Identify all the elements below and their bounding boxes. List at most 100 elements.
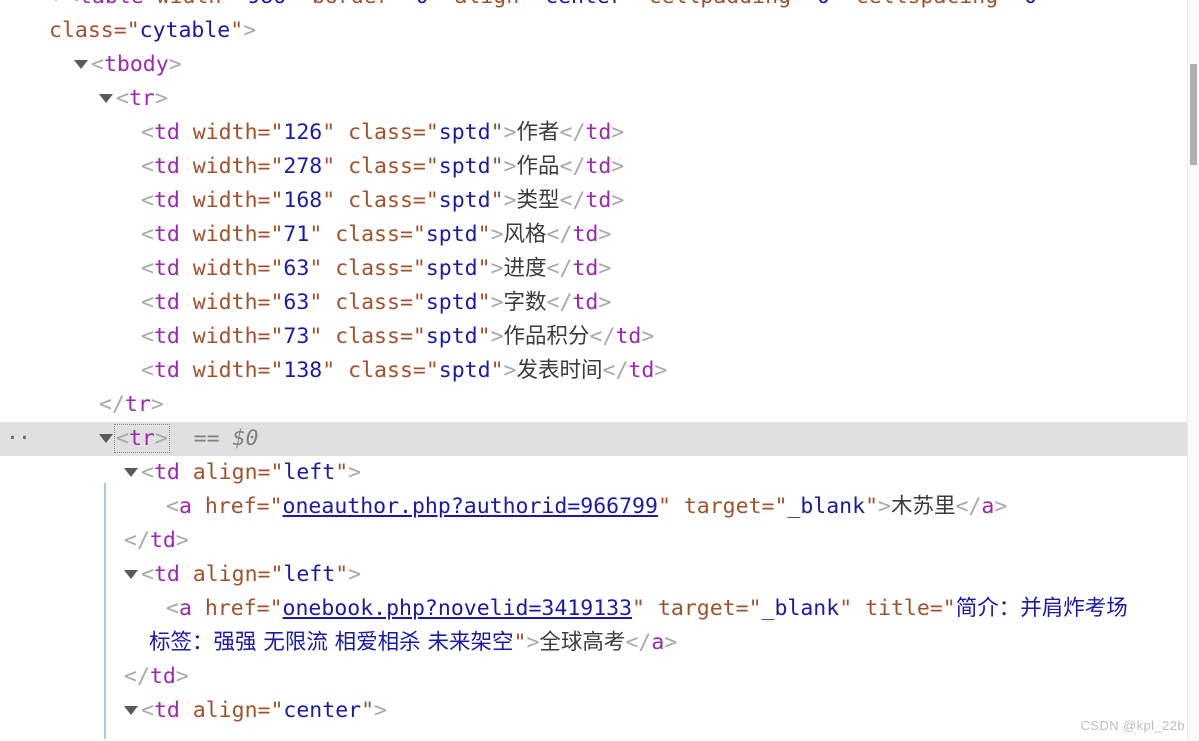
dom-tree-row[interactable]: </td> — [0, 524, 1188, 558]
expand-triangle-icon[interactable] — [124, 706, 138, 715]
dom-tree-row[interactable]: <table width="986" border="0" align="cen… — [0, 0, 1188, 48]
dom-tree-row[interactable]: <td width="63" class="sptd">字数</td> — [0, 286, 1188, 320]
attribute-quote: " — [477, 324, 491, 349]
attribute-quote: " — [490, 188, 504, 213]
dom-tree-line-content: <a href="onebook.php?novelid=3419133" ta… — [0, 592, 1188, 660]
dom-tree-row[interactable]: <td width="168" class="sptd">类型</td> — [0, 184, 1188, 218]
element-tag: <td align="center"> — [141, 698, 387, 723]
text-node: 类型 — [516, 188, 560, 213]
open-bracket: < — [141, 188, 154, 213]
expand-triangle-icon[interactable] — [124, 570, 138, 579]
dom-tree-line-content: <td width="63" class="sptd">字数</td> — [0, 286, 1188, 320]
attribute-value: onebook.php?novelid=3419133 — [282, 596, 633, 621]
tag-name: a — [178, 596, 192, 621]
dom-tree-row[interactable]: <td width="278" class="sptd">作品</td> — [0, 150, 1188, 184]
dom-tree-row[interactable]: <td width="126" class="sptd">作者</td> — [0, 116, 1188, 150]
dom-tree-row[interactable]: <tbody> — [0, 48, 1188, 82]
dom-tree-row[interactable]: <td align="left"> — [0, 456, 1188, 490]
tag-name: td — [572, 290, 599, 315]
expand-triangle-icon[interactable] — [124, 468, 138, 477]
attribute-quote: " — [361, 698, 375, 723]
expand-triangle-icon[interactable] — [74, 60, 88, 69]
text-node: 木苏里 — [890, 494, 956, 519]
attribute-name: width — [179, 256, 258, 281]
dom-tree-line-content: <table width="986" border="0" align="cen… — [0, 0, 1188, 48]
close-bracket: > — [490, 324, 504, 349]
close-bracket: > — [611, 120, 625, 145]
attribute-equals: = — [256, 494, 270, 519]
attribute-quote: " — [322, 188, 336, 213]
close-bracket: > — [175, 528, 189, 553]
attribute-value: oneauthor.php?authorid=966799 — [282, 494, 658, 519]
attribute-name: class — [335, 188, 413, 213]
text-node: 发表时间 — [516, 358, 603, 383]
attribute-quote: " — [270, 290, 284, 315]
attribute-quote: " — [270, 460, 284, 485]
close-bracket: > — [503, 120, 517, 145]
tag-name: td — [153, 698, 180, 723]
attribute-quote: " — [335, 460, 349, 485]
attribute-equals: = — [791, 0, 804, 9]
dom-tree-row[interactable]: <td width="63" class="sptd">进度</td> — [0, 252, 1188, 286]
node-ellipsis-marker[interactable]: ·· — [6, 422, 31, 456]
text-node: 字数 — [503, 290, 547, 315]
open-bracket: < — [166, 494, 179, 519]
dom-tree-lines[interactable]: <table width="986" border="0" align="cen… — [0, 0, 1199, 728]
attribute-quote: " — [490, 154, 504, 179]
dom-tree-line-content: <tbody> — [0, 48, 1188, 82]
attribute-name: target — [645, 596, 736, 621]
text-node: 风格 — [503, 222, 547, 247]
tag-name: td — [153, 256, 180, 281]
dom-tree-row[interactable]: <a href="onebook.php?novelid=3419133" ta… — [0, 592, 1188, 660]
close-bracket: > — [654, 358, 668, 383]
attribute-value: left — [283, 562, 336, 587]
attribute-quote: " — [623, 0, 636, 9]
vertical-scrollbar-track[interactable] — [1187, 0, 1199, 741]
attribute-equals: = — [257, 256, 271, 281]
dom-tree-row[interactable]: <td width="73" class="sptd">作品积分</td> — [0, 320, 1188, 354]
tag-name: td — [628, 358, 655, 383]
attribute-value: 278 — [283, 154, 323, 179]
expand-triangle-icon[interactable] — [99, 434, 113, 443]
attribute-value: sptd — [438, 188, 491, 213]
attribute-quote: " — [477, 290, 491, 315]
attribute-name: border — [299, 0, 390, 9]
dom-tree-row-selected[interactable]: ·· <tr> == $0 — [0, 422, 1199, 456]
attribute-quote: " — [270, 120, 284, 145]
dom-tree-row[interactable]: <a href="oneauthor.php?authorid=966799" … — [0, 490, 1188, 524]
dom-tree-row[interactable]: <td width="71" class="sptd">风格</td> — [0, 218, 1188, 252]
element-tag: <td width="138" class="sptd"> — [141, 358, 516, 383]
element-tag: <a href="oneauthor.php?authorid=966799" … — [166, 494, 891, 519]
open-bracket: < — [141, 222, 154, 247]
tag-name: td — [153, 120, 180, 145]
element-tag: <td width="126" class="sptd"> — [141, 120, 516, 145]
expand-triangle-icon[interactable] — [99, 94, 113, 103]
dom-tree-row[interactable]: <td align="center"> — [0, 694, 1188, 728]
attribute-name: target — [670, 494, 762, 519]
attribute-name: title — [852, 596, 930, 621]
vertical-scrollbar-thumb[interactable] — [1190, 64, 1197, 165]
dom-tree-line-content: <td width="126" class="sptd">作者</td> — [0, 116, 1188, 150]
attribute-name: width — [179, 120, 258, 145]
attribute-equals: = — [257, 154, 271, 179]
attribute-value: 986 — [247, 0, 286, 9]
dom-tree-row[interactable]: </td> — [0, 660, 1188, 694]
tag-name: td — [585, 154, 612, 179]
attribute-quote: " — [865, 494, 879, 519]
open-bracket: < — [141, 290, 154, 315]
element-tag: <td width="71" class="sptd"> — [141, 222, 504, 247]
tag-name: td — [572, 222, 599, 247]
dom-tree-row[interactable]: <tr> — [0, 82, 1188, 116]
attribute-name: align — [179, 460, 258, 485]
attribute-quote: " — [322, 120, 336, 145]
close-bracket: </ — [546, 290, 573, 315]
attribute-value: sptd — [438, 120, 491, 145]
dom-tree-row[interactable]: <td align="left"> — [0, 558, 1188, 592]
attribute-value: 71 — [283, 222, 310, 247]
dom-tree-row[interactable]: </tr> — [0, 388, 1188, 422]
close-bracket: > — [374, 698, 387, 723]
expand-triangle-icon[interactable] — [49, 0, 63, 1]
tag-name: a — [981, 494, 995, 519]
tag-name: td — [153, 290, 180, 315]
dom-tree-row[interactable]: <td width="138" class="sptd">发表时间</td> — [0, 354, 1188, 388]
